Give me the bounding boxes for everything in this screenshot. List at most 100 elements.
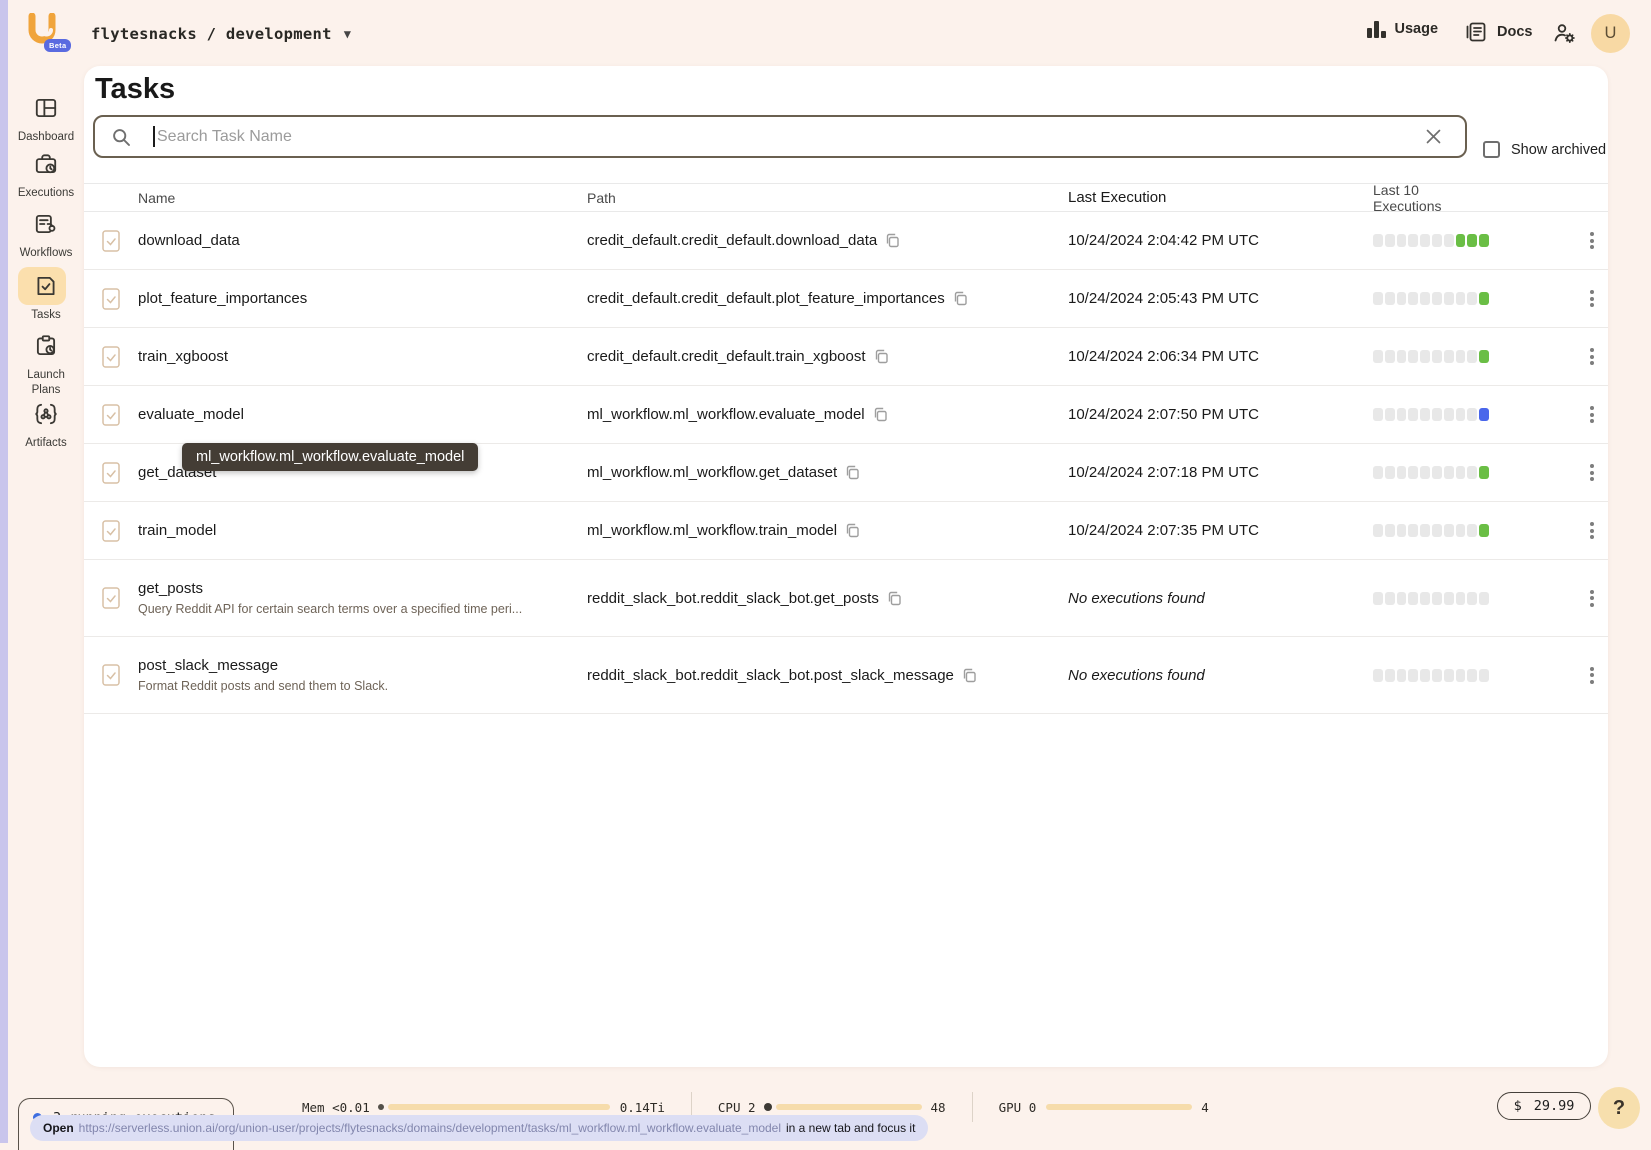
tasks-icon xyxy=(33,273,59,299)
execution-square-none xyxy=(1397,408,1407,421)
execution-square-none xyxy=(1397,466,1407,479)
row-menu-button[interactable] xyxy=(1586,460,1598,485)
execution-square-none xyxy=(1385,350,1395,363)
copy-icon[interactable] xyxy=(953,291,968,306)
last-execution: 10/24/2024 2:07:18 PM UTC xyxy=(1068,464,1347,481)
status-prefix: Open xyxy=(43,1121,74,1135)
task-path: ml_workflow.ml_workflow.evaluate_model xyxy=(587,406,865,423)
execution-square-none xyxy=(1432,592,1442,605)
execution-square-success xyxy=(1479,350,1489,363)
docs-button[interactable]: Docs xyxy=(1464,20,1532,44)
bar-chart-icon xyxy=(1367,20,1386,38)
task-name: train_model xyxy=(138,522,587,539)
copy-icon[interactable] xyxy=(874,349,889,364)
dashboard-icon xyxy=(33,95,59,121)
last-10-executions[interactable] xyxy=(1347,234,1491,247)
clear-search-icon[interactable] xyxy=(1424,127,1443,146)
execution-square-none xyxy=(1373,234,1383,247)
browser-status-bar: Open https://serverless.union.ai/org/uni… xyxy=(30,1115,928,1141)
execution-square-none xyxy=(1385,292,1395,305)
execution-square-none xyxy=(1397,669,1407,682)
breadcrumb[interactable]: flytesnacks / development ▼ xyxy=(91,25,351,43)
last-10-executions[interactable] xyxy=(1347,292,1491,305)
task-path: credit_default.credit_default.train_xgbo… xyxy=(587,348,866,365)
table-row[interactable]: get_postsQuery Reddit API for certain se… xyxy=(84,560,1608,637)
usage-button[interactable]: Usage xyxy=(1367,20,1438,38)
copy-icon[interactable] xyxy=(873,407,888,422)
row-menu-button[interactable] xyxy=(1586,402,1598,427)
last-10-executions[interactable] xyxy=(1347,350,1491,363)
sidebar-item-tasks[interactable]: Tasks xyxy=(8,273,84,323)
execution-square-none xyxy=(1385,592,1395,605)
table-row[interactable]: train_model ml_workflow.ml_workflow.trai… xyxy=(84,502,1608,560)
copy-icon[interactable] xyxy=(885,233,900,248)
help-button[interactable]: ? xyxy=(1598,1087,1640,1129)
execution-square-none xyxy=(1479,592,1489,605)
search-input[interactable] xyxy=(157,119,1397,154)
sidebar-label: Launch Plans xyxy=(16,368,76,398)
sidebar-item-artifacts[interactable]: Artifacts xyxy=(8,401,84,451)
show-archived-checkbox[interactable] xyxy=(1483,141,1500,158)
execution-square-none xyxy=(1408,408,1418,421)
copy-icon[interactable] xyxy=(887,591,902,606)
execution-square-none xyxy=(1420,524,1430,537)
execution-square-none xyxy=(1432,466,1442,479)
last-10-executions[interactable] xyxy=(1347,408,1491,421)
table-row[interactable]: evaluate_model ml_workflow.ml_workflow.e… xyxy=(84,386,1608,444)
execution-square-none xyxy=(1397,592,1407,605)
avatar[interactable]: U xyxy=(1591,14,1630,53)
execution-square-none xyxy=(1397,350,1407,363)
sidebar-label: Dashboard xyxy=(8,130,84,145)
row-menu-button[interactable] xyxy=(1586,344,1598,369)
row-menu-button[interactable] xyxy=(1586,663,1598,688)
table-row[interactable]: plot_feature_importances credit_default.… xyxy=(84,270,1608,328)
execution-square-none xyxy=(1408,234,1418,247)
task-name: train_xgboost xyxy=(138,348,587,365)
task-path: ml_workflow.ml_workflow.train_model xyxy=(587,522,837,539)
last-10-executions[interactable] xyxy=(1347,466,1491,479)
execution-square-none xyxy=(1397,292,1407,305)
status-url: https://serverless.union.ai/org/union-us… xyxy=(79,1121,781,1135)
column-header-last-10: Last 10 Executions xyxy=(1347,182,1491,214)
copy-icon[interactable] xyxy=(845,523,860,538)
task-path: ml_workflow.ml_workflow.get_dataset xyxy=(587,464,837,481)
usage-label: Usage xyxy=(1395,21,1439,37)
execution-square-success xyxy=(1467,234,1477,247)
last-10-executions[interactable] xyxy=(1347,592,1491,605)
execution-square-none xyxy=(1456,466,1466,479)
breadcrumb-label: flytesnacks / development xyxy=(91,25,332,43)
execution-square-none xyxy=(1479,669,1489,682)
copy-icon[interactable] xyxy=(962,668,977,683)
row-menu-button[interactable] xyxy=(1586,586,1598,611)
row-menu-button[interactable] xyxy=(1586,286,1598,311)
sidebar-item-workflows[interactable]: Workflows xyxy=(8,211,84,261)
execution-square-none xyxy=(1373,466,1383,479)
sidebar-item-executions[interactable]: Executions xyxy=(8,151,84,201)
admin-settings-button[interactable] xyxy=(1552,21,1577,46)
last-10-executions[interactable] xyxy=(1347,669,1491,682)
execution-square-none xyxy=(1373,669,1383,682)
window-edge-strip xyxy=(0,0,8,1143)
sidebar-item-launch-plans[interactable]: Launch Plans xyxy=(8,333,84,398)
column-header-path: Path xyxy=(587,190,1068,206)
table-row[interactable]: post_slack_messageFormat Reddit posts an… xyxy=(84,637,1608,714)
execution-square-none xyxy=(1456,350,1466,363)
last-10-executions[interactable] xyxy=(1347,524,1491,537)
docs-icon xyxy=(1464,20,1488,44)
copy-icon[interactable] xyxy=(845,465,860,480)
execution-square-none xyxy=(1420,592,1430,605)
execution-square-none xyxy=(1408,350,1418,363)
sidebar-item-dashboard[interactable]: Dashboard xyxy=(8,95,84,145)
show-archived-label: Show archived xyxy=(1511,142,1606,158)
table-row[interactable]: train_xgboost credit_default.credit_defa… xyxy=(84,328,1608,386)
task-doc-icon xyxy=(102,288,120,310)
table-row[interactable]: download_data credit_default.credit_defa… xyxy=(84,212,1608,270)
execution-square-success xyxy=(1456,234,1466,247)
billing-button[interactable]: $ 29.99 xyxy=(1497,1092,1591,1120)
row-menu-button[interactable] xyxy=(1586,518,1598,543)
task-name: download_data xyxy=(138,232,587,249)
column-header-last-execution: Last Execution xyxy=(1068,189,1347,206)
last-execution: 10/24/2024 2:05:43 PM UTC xyxy=(1068,290,1347,307)
execution-square-none xyxy=(1456,292,1466,305)
row-menu-button[interactable] xyxy=(1586,228,1598,253)
